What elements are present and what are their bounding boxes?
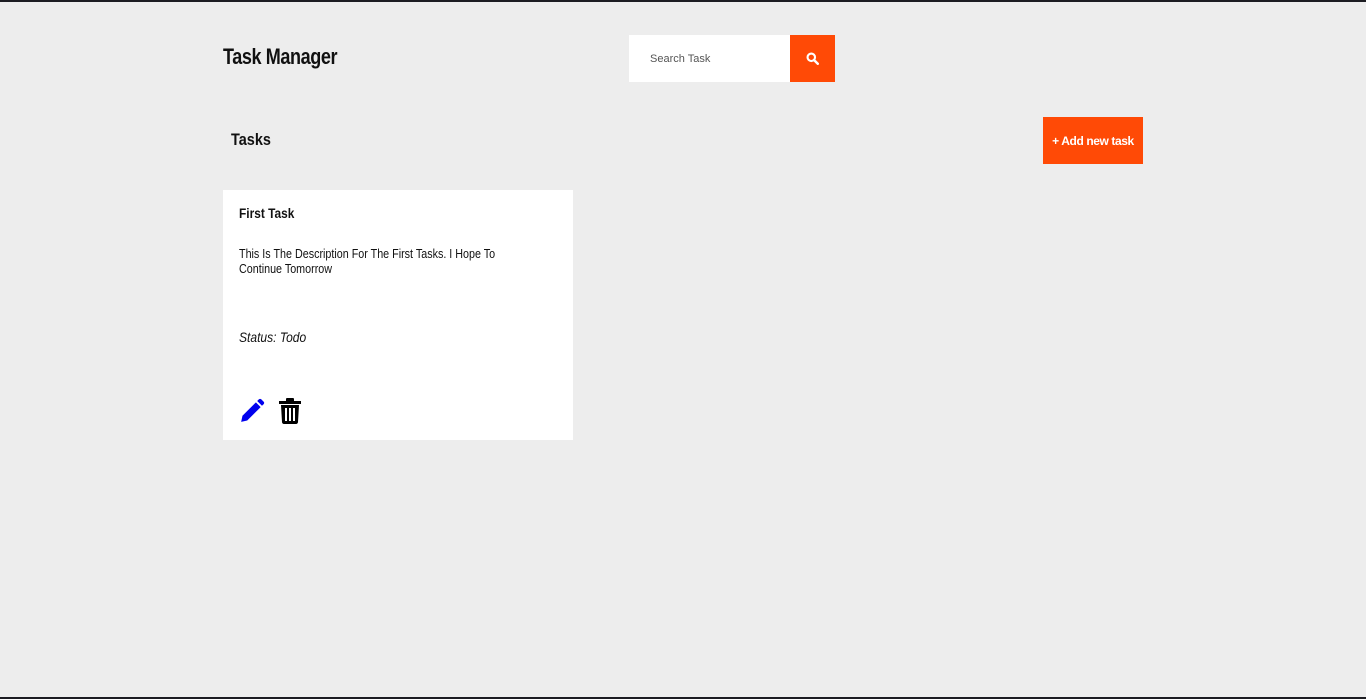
task-actions	[239, 397, 301, 424]
search-button[interactable]	[790, 35, 835, 82]
app-title: Task Manager	[223, 44, 338, 69]
search-input[interactable]	[629, 35, 790, 82]
task-card: First Task This Is The Description For T…	[223, 190, 573, 440]
search-icon	[806, 52, 819, 65]
search-bar	[629, 35, 835, 82]
task-title: First Task	[239, 205, 295, 221]
task-status: Status: Todo	[239, 329, 307, 345]
trash-icon	[279, 397, 301, 424]
pencil-icon	[241, 398, 265, 422]
task-description: This Is The Description For The First Ta…	[239, 247, 496, 276]
tasks-heading: Tasks	[231, 130, 271, 149]
delete-task-button[interactable]	[279, 397, 301, 424]
add-task-button[interactable]: + Add new task	[1043, 117, 1143, 164]
edit-task-button[interactable]	[239, 398, 265, 424]
